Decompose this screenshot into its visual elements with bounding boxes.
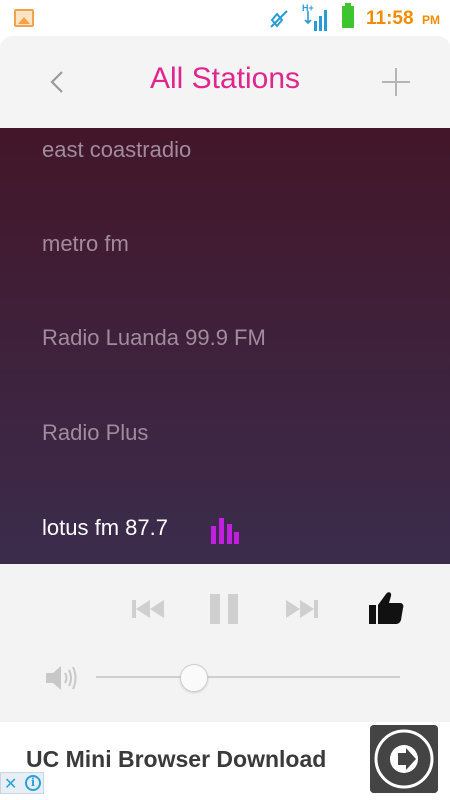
station-label: Radio Plus	[42, 420, 149, 445]
clock-ampm: PM	[422, 13, 440, 27]
ad-arrow-button[interactable]	[370, 725, 438, 793]
ad-controls: ✕ i	[0, 772, 44, 794]
station-item-playing[interactable]: lotus fm 87.7	[42, 508, 422, 548]
mute-icon	[270, 10, 288, 28]
station-item[interactable]: Radio Luanda 99.9 FM	[42, 318, 422, 358]
station-label: east coastradio	[42, 137, 192, 162]
gallery-notification-icon	[14, 9, 34, 27]
station-item[interactable]: east coastradio	[42, 130, 422, 170]
volume-slider[interactable]	[96, 676, 400, 678]
pause-button[interactable]	[208, 592, 240, 626]
station-label: metro fm	[42, 231, 129, 256]
station-label: lotus fm 87.7	[42, 515, 168, 540]
volume-icon[interactable]	[44, 662, 78, 694]
station-item[interactable]: metro fm	[42, 224, 422, 264]
ad-close-icon[interactable]: ✕	[4, 774, 17, 794]
clock-time: 11:58	[366, 8, 414, 29]
add-station-button[interactable]	[378, 64, 414, 100]
thumbs-up-icon[interactable]	[368, 590, 404, 626]
status-bar: H+ 11:58 PM	[0, 0, 450, 36]
player-panel	[0, 564, 450, 722]
previous-button[interactable]	[130, 596, 166, 622]
app-header: All Stations	[0, 36, 450, 128]
signal-icon	[304, 10, 327, 31]
volume-slider-thumb[interactable]	[180, 664, 208, 692]
equalizer-icon	[211, 518, 239, 544]
ad-banner[interactable]: UC Mini Browser Download	[0, 722, 450, 800]
battery-icon	[342, 3, 354, 28]
ad-info-icon[interactable]: i	[25, 775, 41, 791]
station-item[interactable]: Radio Plus	[42, 413, 422, 453]
next-button[interactable]	[284, 596, 320, 622]
station-label: Radio Luanda 99.9 FM	[42, 325, 266, 350]
station-list: east coastradio metro fm Radio Luanda 99…	[0, 128, 450, 564]
ad-text[interactable]: UC Mini Browser Download	[26, 746, 326, 773]
